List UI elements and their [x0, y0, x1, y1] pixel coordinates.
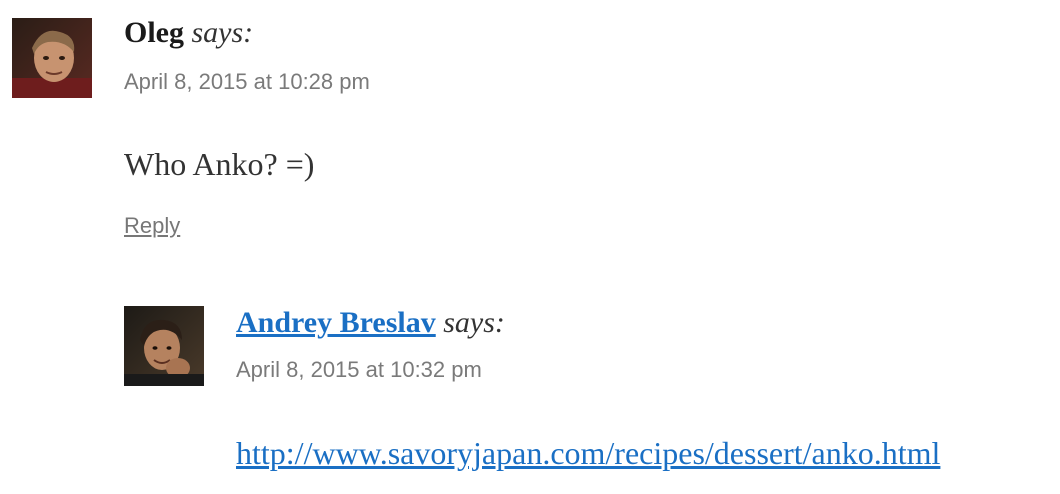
- comment-oleg: Oleg says: April 8, 2015 at 10:28 pm Who…: [0, 0, 1060, 260]
- user-photo-icon: [12, 18, 92, 98]
- comment-timestamp[interactable]: April 8, 2015 at 10:32 pm: [236, 357, 482, 383]
- says-label: says:: [443, 306, 505, 339]
- comment-author-line: Oleg says:: [124, 16, 253, 50]
- comment-text: Who Anko? =): [124, 146, 315, 182]
- avatar: [124, 306, 204, 386]
- comment-author: Oleg: [124, 16, 184, 49]
- avatar: [12, 18, 92, 98]
- comment-author-line: Andrey Breslav says:: [236, 306, 505, 340]
- comment-url-link[interactable]: http://www.savoryjapan.com/recipes/desse…: [236, 435, 940, 471]
- says-label: says:: [191, 16, 254, 49]
- comment-author-link[interactable]: Andrey Breslav: [236, 306, 436, 339]
- comment-andrey-breslav: Andrey Breslav says: April 8, 2015 at 10…: [0, 290, 1060, 494]
- user-photo-icon: [124, 306, 204, 386]
- reply-link[interactable]: Reply: [124, 213, 180, 239]
- comment-timestamp[interactable]: April 8, 2015 at 10:28 pm: [124, 69, 370, 95]
